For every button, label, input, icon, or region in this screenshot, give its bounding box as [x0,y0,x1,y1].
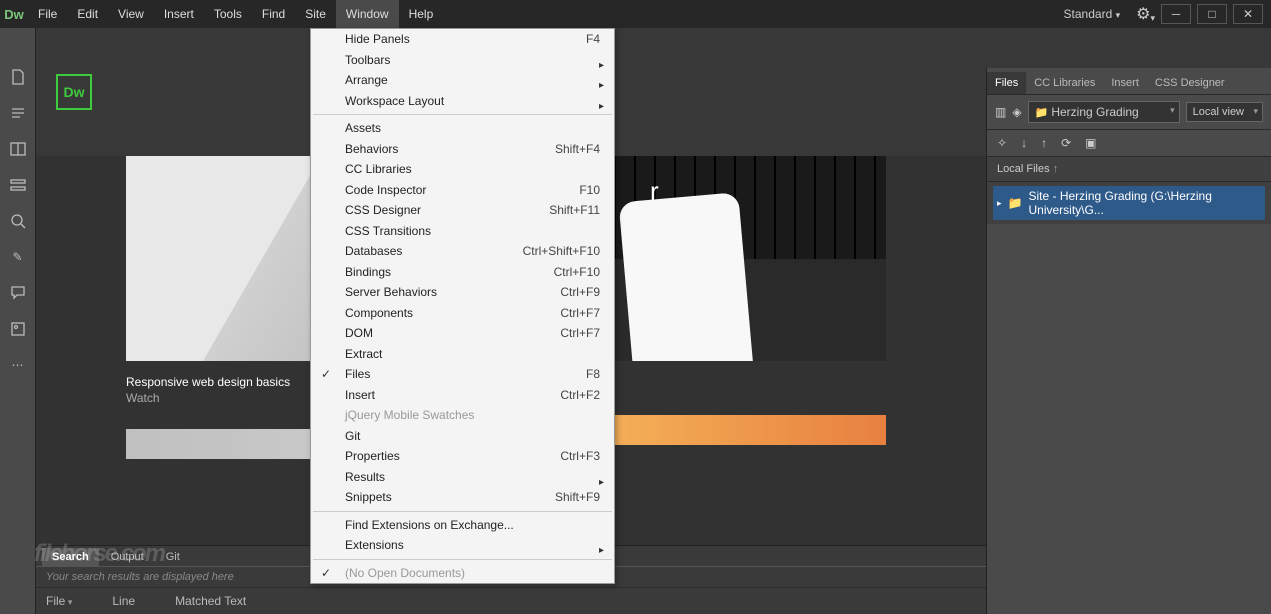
menu-window[interactable]: Window [336,0,399,28]
ftp-icon[interactable]: ▥ [995,105,1006,119]
file-icon[interactable] [8,68,28,86]
site-select[interactable]: 📁 Herzing Grading [1028,101,1180,123]
menuitem-jquery-mobile-swatches: jQuery Mobile Swatches [311,405,614,426]
refresh-icon[interactable]: ⟳ [1061,136,1071,150]
menuitem-cc-libraries[interactable]: CC Libraries [311,159,614,180]
menuitem--no-open-documents-: ✓(No Open Documents) [311,563,614,584]
menuitem-arrange[interactable]: Arrange [311,70,614,91]
close-button[interactable]: ✕ [1233,4,1263,24]
start-heading-fragment: r [650,176,659,207]
menuitem-snippets[interactable]: SnippetsShift+F9 [311,487,614,508]
site-tree-row[interactable]: ▸ 📁 Site - Herzing Grading (G:\Herzing U… [993,186,1265,220]
menu-tools[interactable]: Tools [204,0,252,28]
col-matched-text[interactable]: Matched Text [175,594,246,608]
col-file[interactable]: File [46,594,72,608]
maximize-button[interactable]: □ [1197,4,1227,24]
menuitem-results[interactable]: Results [311,467,614,488]
view-select[interactable]: Local view [1186,102,1263,122]
right-panel: FilesCC LibrariesInsertCSS Designer ▥ ◈ … [986,68,1271,614]
sync-chevron-icon: ▾ [1150,13,1155,24]
menuitem-toolbars[interactable]: Toolbars [311,50,614,71]
menu-edit[interactable]: Edit [67,0,108,28]
sync-icon[interactable]: ◈ [1012,105,1021,119]
menuitem-files[interactable]: ✓FilesF8 [311,364,614,385]
menuitem-components[interactable]: ComponentsCtrl+F7 [311,303,614,324]
menu-insert[interactable]: Insert [154,0,204,28]
menuitem-databases[interactable]: DatabasesCtrl+Shift+F10 [311,241,614,262]
connect-icon[interactable]: ✧ [997,136,1007,150]
menuitem-extensions[interactable]: Extensions [311,535,614,556]
menu-view[interactable]: View [108,0,154,28]
search-tool-icon[interactable] [8,212,28,230]
panel-tabs: FilesCC LibrariesInsertCSS Designer [987,68,1271,95]
image-tool-icon[interactable] [8,320,28,338]
menuitem-css-transitions[interactable]: CSS Transitions [311,221,614,242]
titlebar: Dw FileEditViewInsertToolsFindSiteWindow… [0,0,1271,28]
menu-file[interactable]: File [28,0,67,28]
split-icon[interactable] [8,140,28,158]
manage-icon[interactable] [8,176,28,194]
menuitem-dom[interactable]: DOMCtrl+F7 [311,323,614,344]
code-icon[interactable] [8,104,28,122]
menu-help[interactable]: Help [399,0,444,28]
menuitem-code-inspector[interactable]: Code InspectorF10 [311,180,614,201]
dreamweaver-logo: Dw [56,74,92,110]
chevron-right-icon: ▸ [997,198,1002,209]
watermark: filehorse.com [34,540,164,568]
menuitem-server-behaviors[interactable]: Server BehaviorsCtrl+F9 [311,282,614,303]
menuitem-css-designer[interactable]: CSS DesignerShift+F11 [311,200,614,221]
app-icon: Dw [0,0,28,28]
put-icon[interactable]: ↑ [1041,136,1047,150]
menuitem-behaviors[interactable]: BehaviorsShift+F4 [311,139,614,160]
menuitem-workspace-layout[interactable]: Workspace Layout [311,91,614,112]
menuitem-hide-panels[interactable]: Hide PanelsF4 [311,29,614,50]
menuitem-bindings[interactable]: BindingsCtrl+F10 [311,262,614,283]
menuitem-find-extensions-on-exchange-[interactable]: Find Extensions on Exchange... [311,515,614,536]
panel-tab-insert[interactable]: Insert [1103,72,1147,94]
panel-tab-css-designer[interactable]: CSS Designer [1147,72,1233,94]
panel-tab-cc-libraries[interactable]: CC Libraries [1026,72,1103,94]
menuitem-insert[interactable]: InsertCtrl+F2 [311,385,614,406]
menuitem-extract[interactable]: Extract [311,344,614,365]
menuitem-properties[interactable]: PropertiesCtrl+F3 [311,446,614,467]
workspace-switcher[interactable]: Standard ▾ [1052,3,1133,25]
menubar: FileEditViewInsertToolsFindSiteWindowHel… [28,0,443,28]
menuitem-git[interactable]: Git [311,426,614,447]
comment-icon[interactable] [8,284,28,302]
more-tools-icon[interactable]: ⋯ [8,356,28,374]
left-tool-rail: ✎ ⋯ [0,28,36,614]
get-icon[interactable]: ↓ [1021,136,1027,150]
window-menu-dropdown: Hide PanelsF4ToolbarsArrangeWorkspace La… [310,28,615,584]
tree-header[interactable]: Local Files [987,157,1271,182]
paint-icon[interactable]: ✎ [8,248,28,266]
expand-icon[interactable]: ▣ [1085,136,1096,150]
menu-site[interactable]: Site [295,0,336,28]
menu-find[interactable]: Find [252,0,295,28]
folder-icon: 📁 [1008,196,1023,210]
sync-settings-icon[interactable]: ⚙ [1136,4,1150,24]
panel-tab-files[interactable]: Files [987,72,1026,94]
minimize-button[interactable]: ─ [1161,4,1191,24]
menuitem-assets[interactable]: Assets [311,118,614,139]
col-line[interactable]: Line [112,594,135,608]
